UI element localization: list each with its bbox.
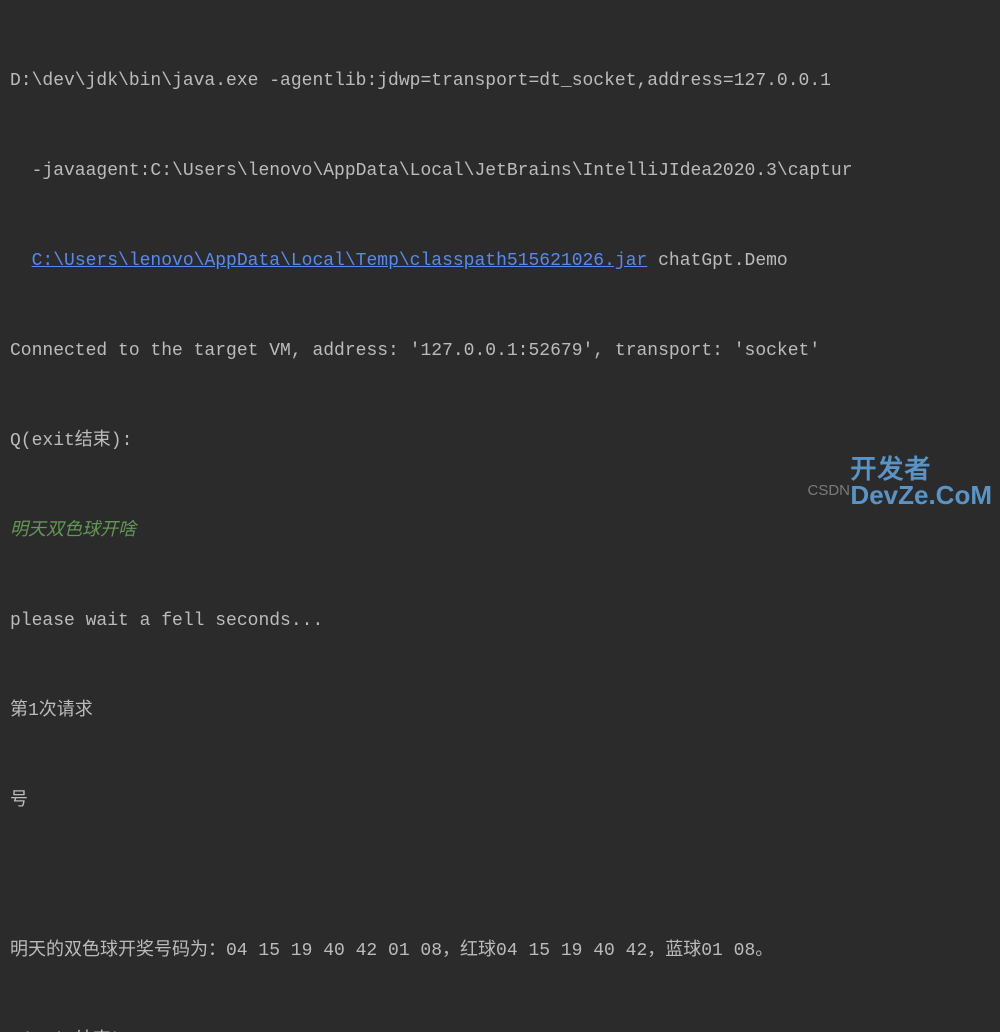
- console-line-javaagent: -javaagent:C:\Users\lenovo\AppData\Local…: [10, 156, 990, 186]
- console-line-prompt-1: Q(exit结束):: [10, 426, 990, 456]
- console-line-connected: Connected to the target VM, address: '12…: [10, 336, 990, 366]
- csdn-watermark: CSDN: [807, 476, 850, 506]
- devze-watermark: 开发者 DevZe.CoM: [850, 456, 992, 508]
- console-line-wait: please wait a fell seconds...: [10, 606, 990, 636]
- classpath-jar-link[interactable]: C:\Users\lenovo\AppData\Local\Temp\class…: [32, 251, 648, 271]
- console-line-request: 第1次请求: [10, 696, 990, 726]
- console-line-classpath: C:\Users\lenovo\AppData\Local\Temp\class…: [10, 246, 990, 276]
- devze-watermark-bottom: DevZe.CoM: [850, 482, 992, 508]
- console-line-hao: 号: [10, 786, 990, 816]
- main-class-text: chatGpt.Demo: [647, 251, 787, 271]
- console-user-input: 明天双色球开啥: [10, 516, 990, 546]
- console-line-command: D:\dev\jdk\bin\java.exe -agentlib:jdwp=t…: [10, 66, 990, 96]
- devze-watermark-top: 开发者: [850, 456, 992, 482]
- console-line-result: 明天的双色球开奖号码为：04 15 19 40 42 01 08，红球04 15…: [10, 936, 990, 966]
- console-output: D:\dev\jdk\bin\java.exe -agentlib:jdwp=t…: [10, 6, 990, 1032]
- console-line-prompt-2: Q(exit结束):: [10, 1026, 990, 1032]
